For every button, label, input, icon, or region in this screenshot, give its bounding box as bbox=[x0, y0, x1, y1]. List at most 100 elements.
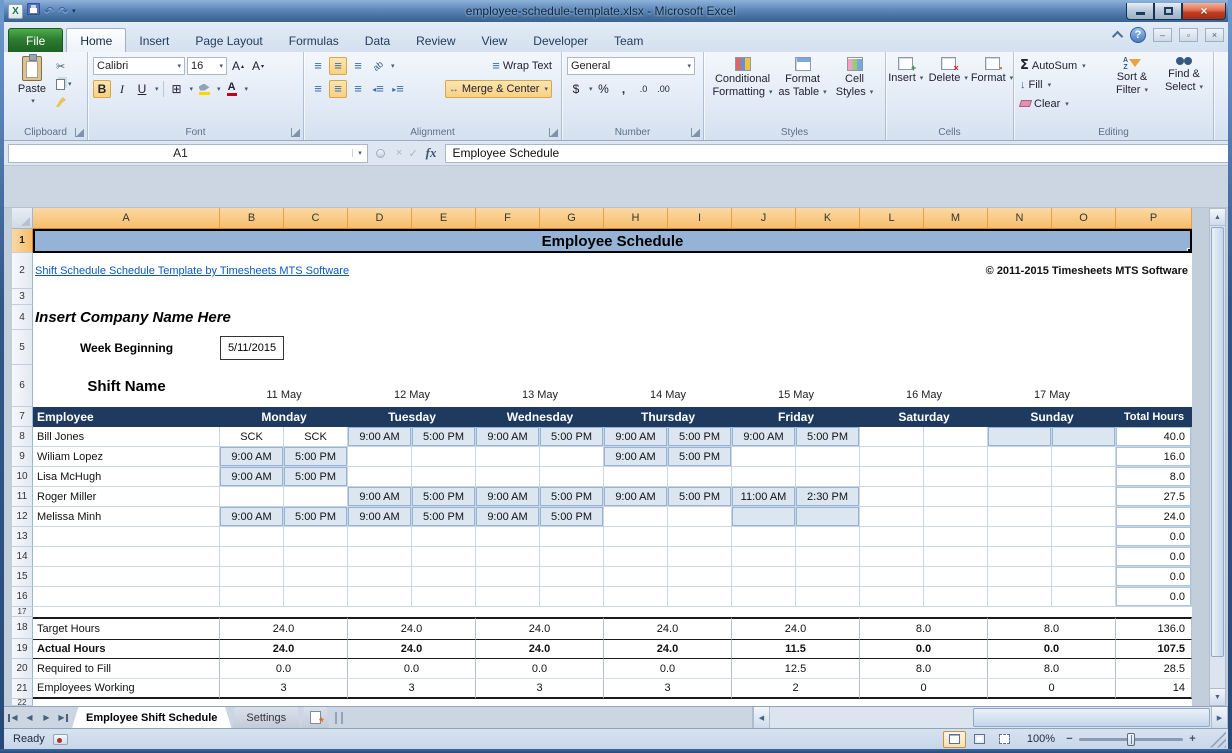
shift-cell[interactable] bbox=[540, 587, 604, 607]
company-row[interactable]: Insert Company Name Here bbox=[33, 305, 1192, 330]
horizontal-scrollbar[interactable]: ◀ ▶ bbox=[752, 707, 1228, 728]
insert-function-button[interactable]: fx bbox=[426, 145, 437, 161]
tab-splitter[interactable] bbox=[335, 712, 343, 724]
total-hours-cell[interactable]: 0.0 bbox=[1116, 547, 1192, 567]
column-header-p[interactable]: P bbox=[1116, 208, 1192, 229]
merge-center-button[interactable]: ↔Merge & Center▾ bbox=[445, 80, 552, 98]
row-header-2[interactable]: 2 bbox=[12, 253, 33, 289]
delete-cells-button[interactable]: × Delete▾ bbox=[928, 52, 969, 122]
zoom-level[interactable]: 100% bbox=[1027, 733, 1055, 745]
row-header-13[interactable]: 13 bbox=[12, 527, 33, 547]
align-middle-button[interactable]: ≡ bbox=[329, 57, 347, 75]
sort-filter-button[interactable]: AZ Sort & Filter▾ bbox=[1106, 52, 1158, 122]
row-header-11[interactable]: 11 bbox=[12, 487, 33, 507]
row-header-3[interactable]: 3 bbox=[12, 289, 33, 305]
copy-button[interactable]: ▾ bbox=[56, 76, 72, 92]
shift-cell[interactable] bbox=[1052, 507, 1116, 527]
ribbon-tab-data[interactable]: Data bbox=[352, 29, 403, 52]
first-sheet-button[interactable]: ◀ bbox=[4, 707, 21, 728]
summary-value-cell[interactable]: 3 bbox=[220, 679, 348, 699]
column-header-b[interactable]: B bbox=[220, 208, 284, 229]
date-header[interactable]: 11 May bbox=[220, 365, 348, 407]
cut-button[interactable]: ✂ bbox=[56, 58, 72, 74]
shift-cell[interactable] bbox=[1052, 567, 1116, 587]
shift-cell[interactable] bbox=[796, 527, 860, 547]
scroll-left-button[interactable]: ◀ bbox=[753, 707, 770, 728]
workbook-minimize-button[interactable]: – bbox=[1153, 28, 1172, 42]
shift-cell[interactable] bbox=[668, 467, 732, 487]
shift-cell[interactable] bbox=[796, 467, 860, 487]
ribbon-tab-home[interactable]: Home bbox=[66, 28, 126, 52]
column-header-e[interactable]: E bbox=[412, 208, 476, 229]
total-hours-cell[interactable]: 0.0 bbox=[1116, 587, 1192, 607]
shift-cell[interactable] bbox=[860, 447, 924, 467]
fill-color-button[interactable] bbox=[195, 80, 213, 98]
shift-cell[interactable] bbox=[604, 567, 668, 587]
day-header-saturday[interactable]: Saturday bbox=[860, 407, 988, 427]
shift-cell[interactable] bbox=[604, 527, 668, 547]
shift-cell[interactable] bbox=[220, 587, 284, 607]
shift-cell[interactable] bbox=[604, 467, 668, 487]
name-box[interactable]: A1 ▾ bbox=[8, 144, 368, 163]
increase-decimal-button[interactable]: .0 bbox=[635, 80, 653, 98]
shift-cell[interactable] bbox=[796, 447, 860, 467]
shift-cell[interactable] bbox=[412, 567, 476, 587]
shift-cell[interactable] bbox=[732, 547, 796, 567]
column-header-o[interactable]: O bbox=[1052, 208, 1116, 229]
row-header-7[interactable]: 7 bbox=[12, 407, 33, 427]
shift-cell[interactable]: 9:00 AM bbox=[220, 467, 284, 487]
shift-cell[interactable] bbox=[476, 547, 540, 567]
shift-cell[interactable] bbox=[988, 527, 1052, 547]
shift-cell[interactable] bbox=[412, 587, 476, 607]
column-header-g[interactable]: G bbox=[540, 208, 604, 229]
window-close-button[interactable]: × bbox=[1182, 3, 1226, 20]
shift-cell[interactable] bbox=[860, 587, 924, 607]
summary-value-cell[interactable]: 0.0 bbox=[348, 659, 476, 679]
summary-value-cell[interactable]: 3 bbox=[348, 679, 476, 699]
underline-button[interactable]: U bbox=[133, 80, 151, 98]
summary-value-cell[interactable]: 2 bbox=[732, 679, 860, 699]
cell-styles-button[interactable]: Cell Styles▾ bbox=[832, 52, 878, 122]
shift-cell[interactable] bbox=[476, 447, 540, 467]
employee-name-cell[interactable]: Wiliam Lopez bbox=[33, 447, 220, 467]
summary-value-cell[interactable]: 3 bbox=[604, 679, 732, 699]
shift-cell[interactable]: 9:00 AM bbox=[348, 507, 412, 527]
summary-value-cell[interactable]: 24.0 bbox=[732, 617, 860, 639]
summary-value-cell[interactable]: 8.0 bbox=[860, 617, 988, 639]
bold-button[interactable]: B bbox=[93, 80, 111, 98]
clipboard-dialog-launcher[interactable] bbox=[75, 128, 84, 137]
shift-cell[interactable] bbox=[924, 487, 988, 507]
shift-cell[interactable] bbox=[988, 487, 1052, 507]
blank-row[interactable] bbox=[33, 699, 1192, 706]
cancel-button[interactable]: × bbox=[396, 147, 402, 159]
template-link[interactable]: Shift Schedule Schedule Template by Time… bbox=[35, 265, 349, 277]
shift-cell[interactable] bbox=[732, 567, 796, 587]
alignment-dialog-launcher[interactable] bbox=[549, 128, 558, 137]
shift-cell[interactable]: 5:00 PM bbox=[412, 427, 476, 447]
summary-total-cell[interactable]: 28.5 bbox=[1116, 659, 1192, 679]
shift-cell[interactable]: 5:00 PM bbox=[668, 427, 732, 447]
summary-total-cell[interactable]: 107.5 bbox=[1116, 639, 1192, 659]
next-sheet-button[interactable]: ▶ bbox=[38, 707, 55, 728]
shift-cell[interactable]: 5:00 PM bbox=[796, 427, 860, 447]
shift-cell[interactable] bbox=[348, 467, 412, 487]
column-header-n[interactable]: N bbox=[988, 208, 1052, 229]
format-cells-button[interactable]: ▪ Format▾ bbox=[971, 52, 1013, 122]
workbook-restore-button[interactable]: ▫ bbox=[1179, 28, 1198, 42]
ribbon-tab-review[interactable]: Review bbox=[403, 29, 468, 52]
summary-value-cell[interactable]: 24.0 bbox=[476, 617, 604, 639]
shift-cell[interactable] bbox=[668, 587, 732, 607]
day-header-wednesday[interactable]: Wednesday bbox=[476, 407, 604, 427]
summary-value-cell[interactable]: 24.0 bbox=[604, 639, 732, 659]
summary-total-cell[interactable]: 14 bbox=[1116, 679, 1192, 699]
excel-app-icon[interactable]: X bbox=[8, 4, 23, 19]
shift-cell[interactable] bbox=[540, 527, 604, 547]
accounting-format-button[interactable]: $ bbox=[567, 80, 585, 98]
summary-value-cell[interactable]: 3 bbox=[476, 679, 604, 699]
align-left-button[interactable]: ≡ bbox=[309, 80, 327, 98]
shift-cell[interactable]: 5:00 PM bbox=[540, 487, 604, 507]
summary-value-cell[interactable]: 24.0 bbox=[220, 639, 348, 659]
shift-cell[interactable] bbox=[924, 427, 988, 447]
week-beginning-value[interactable]: 5/11/2015 bbox=[220, 336, 284, 360]
row-header-21[interactable]: 21 bbox=[12, 679, 33, 699]
